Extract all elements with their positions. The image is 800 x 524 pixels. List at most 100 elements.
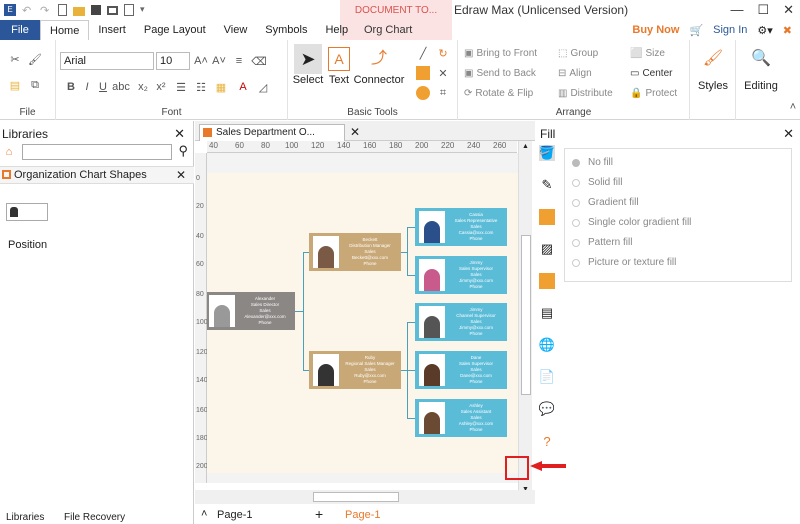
fill-option-single-gradient[interactable]: Single color gradient fill	[572, 217, 691, 228]
org-node-manager[interactable]: Beckett Distribution Manager Sales Becke…	[309, 233, 401, 271]
close-libraries-icon[interactable]: ✕	[174, 126, 185, 142]
tab-help[interactable]: Help	[316, 20, 357, 40]
add-page-icon[interactable]: +	[315, 506, 323, 522]
horizontal-scrollbar[interactable]	[195, 490, 535, 504]
cart-icon[interactable]: 🛒	[689, 24, 703, 37]
rectangle-icon[interactable]	[416, 66, 430, 80]
numbering-icon[interactable]: ☷	[194, 80, 208, 94]
tab-file[interactable]: File	[0, 20, 40, 40]
tab-symbols[interactable]: Symbols	[256, 20, 316, 40]
org-node-manager[interactable]: Ruby Regional Sales Manager Sales Ruby@x…	[309, 351, 401, 389]
maximize-button[interactable]: ☐	[757, 2, 769, 18]
org-node-root[interactable]: Alexander Sales Director Sales Alexander…	[207, 292, 295, 330]
tab-libraries[interactable]: Libraries	[6, 512, 44, 523]
group-button[interactable]: ⬚ Group	[558, 48, 598, 59]
arc-icon[interactable]: ↻	[436, 46, 450, 60]
crop-icon[interactable]: ⌗	[436, 86, 450, 100]
page-nav-up-icon[interactable]: ˄	[201, 508, 207, 520]
protect-button[interactable]: 🔒 Protect	[630, 88, 677, 99]
library-section-header[interactable]: Organization Chart Shapes ✕	[0, 166, 194, 184]
tab-view[interactable]: View	[215, 20, 257, 40]
drawing-page[interactable]: Alexander Sales Director Sales Alexander…	[207, 173, 518, 473]
size-button[interactable]: ⬜ Size	[630, 48, 665, 59]
paste-icon[interactable]: ▤	[8, 78, 22, 92]
org-node-staff[interactable]: Ashley Sales Assistant Sales Ashley@xxx.…	[415, 399, 507, 437]
position-shape-thumbnail[interactable]	[6, 203, 48, 221]
org-node-staff[interactable]: Jimmy Channel Supervisor Sales Jimmy@xxx…	[415, 303, 507, 341]
sign-in-link[interactable]: Sign In	[713, 24, 747, 36]
subscript-icon[interactable]: x₂	[136, 80, 150, 94]
cut-icon[interactable]: ✂	[8, 52, 22, 66]
grow-font-icon[interactable]: A˄	[194, 54, 208, 68]
close-fill-icon[interactable]: ✕	[783, 126, 794, 142]
font-color-icon[interactable]: A	[236, 80, 250, 94]
bring-to-front-button[interactable]: ▣ Bring to Front	[464, 48, 537, 59]
tab-file-recovery[interactable]: File Recovery	[64, 512, 125, 523]
org-node-staff[interactable]: Cassia Sales Representative Sales Cassia…	[415, 208, 507, 246]
customize-icon[interactable]: ▾	[140, 4, 152, 16]
minimize-button[interactable]: —	[730, 2, 743, 18]
collapse-ribbon-icon[interactable]: ˄	[786, 100, 800, 114]
buy-now-link[interactable]: Buy Now	[632, 24, 679, 36]
vertical-scrollbar[interactable]: ▲ ▼	[518, 141, 532, 495]
close-document-icon[interactable]: ✕	[350, 125, 360, 140]
page-selector[interactable]: Page-1	[217, 509, 252, 521]
scroll-up-icon[interactable]: ▲	[522, 143, 529, 150]
close-button[interactable]: ✕	[783, 2, 794, 18]
italic-icon[interactable]: I	[80, 80, 94, 94]
open-file-icon[interactable]	[73, 6, 85, 16]
copy-icon[interactable]: ⧉	[28, 78, 42, 92]
underline-icon[interactable]: U	[96, 80, 110, 94]
bullets-icon[interactable]: ☰	[174, 80, 188, 94]
org-node-staff[interactable]: Dane Sales Supervisor Sales Dane@xxx.com…	[415, 351, 507, 389]
font-name-select[interactable]: Arial	[60, 52, 154, 70]
settings-gear-icon[interactable]: ⚙▾	[757, 24, 772, 37]
horizontal-scroll-thumb[interactable]	[313, 492, 399, 502]
text-tool-button[interactable]: A Text	[324, 44, 354, 86]
bold-icon[interactable]: B	[64, 80, 78, 94]
select-tool-button[interactable]: ➤ Select	[290, 44, 326, 86]
align-button[interactable]: ⊟ Align	[558, 68, 592, 79]
cross-icon[interactable]: ✕	[436, 66, 450, 80]
save-icon[interactable]	[91, 5, 101, 15]
tab-insert[interactable]: Insert	[89, 20, 135, 40]
theme-icon[interactable]: ✖	[783, 24, 792, 37]
clear-format-icon[interactable]: ⌫	[251, 54, 267, 68]
page-tab-active[interactable]: Page-1	[345, 509, 380, 521]
font-size-select[interactable]: 10	[156, 52, 190, 70]
ellipse-icon[interactable]	[416, 86, 430, 100]
connector-tool-button[interactable]: ⤴ Connector	[352, 44, 406, 86]
styles-button[interactable]: 🖌 Styles	[694, 44, 732, 92]
undo-icon[interactable]: ↶	[22, 4, 34, 17]
print-icon[interactable]	[107, 5, 118, 15]
library-home-icon[interactable]: ⌂	[2, 145, 16, 159]
tab-org-chart[interactable]: Org Chart	[355, 20, 421, 40]
close-section-icon[interactable]: ✕	[176, 168, 186, 182]
format-painter-icon[interactable]: 🖌	[28, 52, 42, 66]
editing-button[interactable]: 🔍 Editing	[738, 44, 784, 92]
rotate-flip-button[interactable]: ⟳ Rotate & Flip	[464, 88, 533, 99]
drawing-canvas[interactable]: Alexander Sales Director Sales Alexander…	[207, 153, 518, 483]
more-font-icon[interactable]: ◿	[256, 80, 270, 94]
tab-home[interactable]: Home	[40, 20, 90, 40]
distribute-button[interactable]: ▥ Distribute	[558, 88, 613, 99]
fill-option-solid[interactable]: Solid fill	[572, 177, 622, 188]
superscript-icon[interactable]: x²	[154, 80, 168, 94]
center-button[interactable]: ▭ Center	[630, 68, 672, 79]
document-tab[interactable]: Sales Department O... ✕	[199, 124, 360, 141]
fill-option-picture[interactable]: Picture or texture fill	[572, 257, 676, 268]
org-node-staff[interactable]: Jimmy Sales Supervisor Sales Jimmy@xxx.c…	[415, 256, 507, 294]
send-to-back-button[interactable]: ▣ Send to Back	[464, 68, 536, 79]
redo-icon[interactable]: ↷	[40, 4, 52, 17]
align-text-icon[interactable]: ≡	[232, 54, 246, 68]
vertical-scroll-thumb[interactable]	[521, 235, 531, 395]
search-icon[interactable]: ⚲	[178, 143, 188, 159]
line-icon[interactable]: ╱	[416, 46, 430, 60]
highlight-icon[interactable]: ▦	[214, 80, 228, 94]
strikethrough-icon[interactable]: abc	[112, 80, 130, 94]
export-icon[interactable]	[124, 4, 134, 16]
fill-option-gradient[interactable]: Gradient fill	[572, 197, 639, 208]
new-file-icon[interactable]	[58, 4, 67, 16]
shrink-font-icon[interactable]: A˅	[212, 54, 226, 68]
fill-option-pattern[interactable]: Pattern fill	[572, 237, 632, 248]
